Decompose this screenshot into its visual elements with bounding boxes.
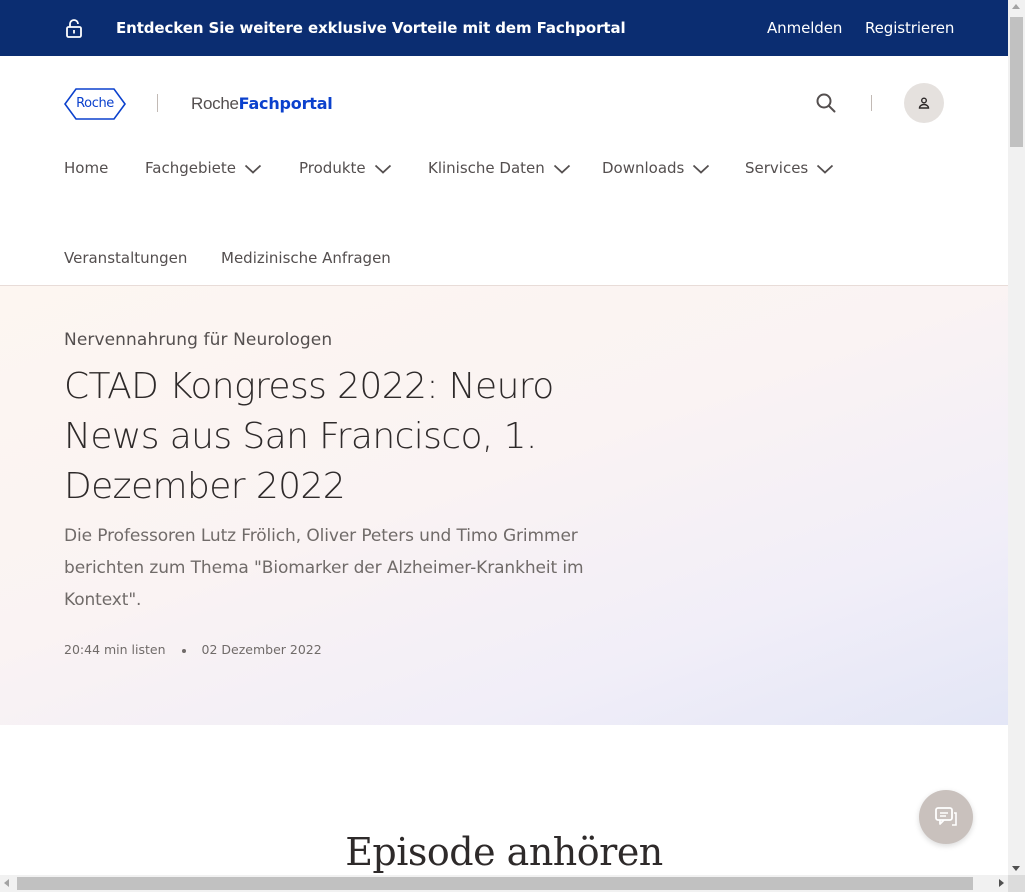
horizontal-scroll-thumb[interactable] xyxy=(17,877,973,890)
nav-item-fachgebiete[interactable]: Fachgebiete xyxy=(145,156,262,180)
title-line: Dezember 2022 xyxy=(64,466,346,507)
chevron-down-icon xyxy=(374,164,391,174)
vertical-scrollbar[interactable] xyxy=(1008,0,1025,875)
header-divider xyxy=(871,95,872,111)
episode-meta: 20:44 min listen 02 Dezember 2022 xyxy=(64,642,322,657)
hero-section: Nervennahrung für Neurologen CTAD Kongre… xyxy=(0,286,1008,725)
scroll-left-arrow-icon[interactable] xyxy=(4,879,9,887)
nav-item-home[interactable]: Home xyxy=(64,156,108,180)
meta-separator-dot xyxy=(181,648,186,653)
page-title: CTAD Kongress 2022: Neuro News aus San F… xyxy=(64,362,584,512)
login-link[interactable]: Anmelden xyxy=(767,18,842,38)
scroll-down-arrow-icon[interactable] xyxy=(1012,866,1020,871)
hero-eyebrow: Nervennahrung für Neurologen xyxy=(64,330,333,350)
portal-name-part2: Fachportal xyxy=(238,94,333,113)
episode-duration: 20:44 min listen xyxy=(64,642,166,657)
title-line: CTAD Kongress 2022: Neuro xyxy=(64,366,554,407)
nav-item-veranstaltungen[interactable]: Veranstaltungen xyxy=(64,246,187,270)
scroll-right-arrow-icon[interactable] xyxy=(999,879,1004,887)
nav-item-services[interactable]: Services xyxy=(745,156,834,180)
episode-date: 02 Dezember 2022 xyxy=(201,642,322,657)
user-account-button[interactable] xyxy=(904,83,944,123)
register-link[interactable]: Registrieren xyxy=(865,18,954,38)
hero-description: Die Professoren Lutz Frölich, Oliver Pet… xyxy=(64,520,584,616)
nav-item-label: Klinische Daten xyxy=(428,159,545,177)
nav-item-label: Veranstaltungen xyxy=(64,249,188,267)
chat-button[interactable] xyxy=(919,790,973,844)
nav-item-label: Home xyxy=(64,159,109,177)
page-viewport: Entdecken Sie weitere exklusive Vorteile… xyxy=(0,0,1008,875)
logo-divider xyxy=(157,94,158,112)
scrollbar-corner xyxy=(1008,875,1025,892)
promo-text: Entdecken Sie weitere exklusive Vorteile… xyxy=(116,19,626,37)
logo-text: Roche xyxy=(76,96,114,111)
description-line: berichten zum Thema "Biomarker der Alzhe… xyxy=(64,558,584,578)
chevron-down-icon xyxy=(553,164,570,174)
portal-name[interactable]: RocheFachportal xyxy=(191,93,333,115)
episode-heading: Episode anhören xyxy=(345,830,663,874)
nav-item-label: Medizinische Anfragen xyxy=(221,249,391,267)
chevron-down-icon xyxy=(817,164,834,174)
roche-logo[interactable]: Roche xyxy=(64,88,126,120)
portal-name-part1: Roche xyxy=(191,94,239,113)
search-icon[interactable] xyxy=(814,91,838,115)
nav-item-produkte[interactable]: Produkte xyxy=(299,156,392,180)
title-line: News aus San Francisco, 1. xyxy=(64,416,537,457)
nav-item-label: Fachgebiete xyxy=(145,159,236,177)
chevron-down-icon xyxy=(244,164,262,174)
unlock-icon xyxy=(64,18,84,38)
nav-item-label: Services xyxy=(745,159,809,177)
chat-icon xyxy=(935,807,957,826)
description-line: Die Professoren Lutz Frölich, Oliver Pet… xyxy=(64,526,578,546)
chevron-down-icon xyxy=(693,164,710,174)
nav-item-downloads[interactable]: Downloads xyxy=(602,156,710,180)
promo-bar: Entdecken Sie weitere exklusive Vorteile… xyxy=(0,0,1008,56)
nav-item-label: Downloads xyxy=(602,159,685,177)
nav-item-medizinische-anfragen[interactable]: Medizinische Anfragen xyxy=(221,246,391,270)
description-line: Kontext". xyxy=(64,590,142,610)
nav-item-klinische-daten[interactable]: Klinische Daten xyxy=(428,156,571,180)
site-header: Roche RocheFachportal Home Fachgebiete P… xyxy=(0,56,1008,286)
scroll-up-arrow-icon[interactable] xyxy=(1012,4,1020,9)
horizontal-scrollbar[interactable] xyxy=(0,875,1008,892)
vertical-scroll-thumb[interactable] xyxy=(1010,17,1023,147)
nav-item-label: Produkte xyxy=(299,159,366,177)
user-icon xyxy=(918,97,930,109)
